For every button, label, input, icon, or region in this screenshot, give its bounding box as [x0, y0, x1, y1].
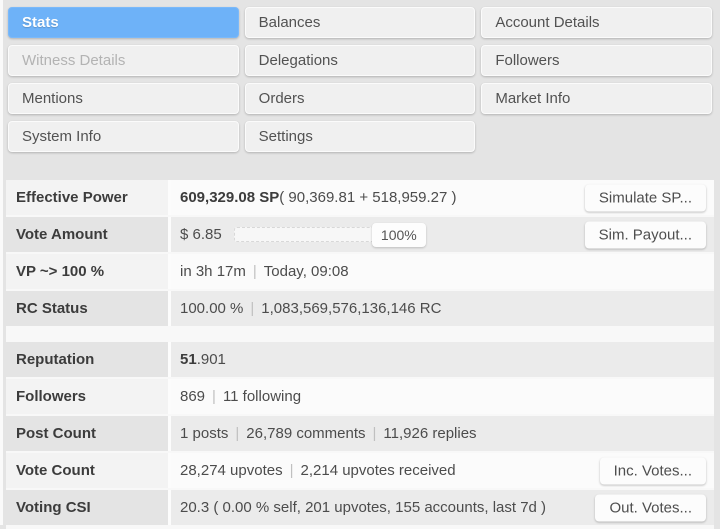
- tab-label: Orders: [259, 90, 305, 107]
- out-votes-button[interactable]: Out. Votes...: [595, 494, 706, 521]
- stats-panel: Effective Power609,329.08 SP ( 90,369.81…: [6, 180, 714, 529]
- value-segment: 28,274 upvotes: [180, 462, 283, 479]
- row-label: Reputation: [6, 342, 171, 377]
- tab-market-info[interactable]: Market Info: [481, 83, 712, 114]
- value-segment: 11,926 replies: [383, 425, 476, 442]
- tab-label: Stats: [22, 14, 59, 31]
- tab-system-info[interactable]: System Info: [8, 121, 239, 152]
- tab-label: Settings: [259, 128, 313, 145]
- value-separator: |: [235, 425, 239, 442]
- vote-weight-percent-badge: 100%: [372, 223, 426, 247]
- left-edge-highlight: [0, 0, 3, 525]
- simulate-sp-button[interactable]: Simulate SP...: [585, 184, 706, 211]
- table-spacer: [6, 328, 714, 342]
- value-separator: |: [212, 388, 216, 405]
- table-row-followers: Followers 869 | 11 following: [6, 379, 714, 414]
- table-row-vote-count: Vote Count 28,274 upvotes | 2,214 upvotes r…: [6, 453, 714, 488]
- value-segment: 100.00 %: [180, 300, 243, 317]
- tab-delegations[interactable]: Delegations: [245, 45, 476, 76]
- value-segment: 1,083,569,576,136,146 RC: [261, 300, 441, 317]
- tab-label: Delegations: [259, 52, 338, 69]
- row-value: in 3h 17m | Today, 09:08: [171, 254, 714, 289]
- table-row-post-count: Post Count 1 posts | 26,789 comments | 11,926…: [6, 416, 714, 451]
- row-label: Effective Power: [6, 180, 171, 215]
- tab-grid: Stats Balances Account Details Witness Deta…: [0, 0, 720, 152]
- tab-orders[interactable]: Orders: [245, 83, 476, 114]
- vote-weight-slider[interactable]: 100%: [234, 227, 424, 242]
- tab-account-details[interactable]: Account Details: [481, 7, 712, 38]
- row-value: 100.00 % | 1,083,569,576,136,146 RC: [171, 291, 714, 326]
- sim-payout-button[interactable]: Sim. Payout...: [585, 221, 706, 248]
- tab-label: Followers: [495, 52, 559, 69]
- row-value: 51.901: [171, 342, 714, 377]
- value-segment: 51: [180, 351, 197, 368]
- table-row-rc-status: RC Status 100.00 % | 1,083,569,576,136,146 …: [6, 291, 714, 326]
- tab-label: Balances: [259, 14, 321, 31]
- value-segment: in 3h 17m: [180, 263, 246, 280]
- value-separator: |: [373, 425, 377, 442]
- value-segment: ( 90,369.81 + 518,959.27 ): [279, 189, 456, 206]
- tab-followers[interactable]: Followers: [481, 45, 712, 76]
- table-row-vp-100: VP ~> 100 % in 3h 17m | Today, 09:08: [6, 254, 714, 289]
- tab-label: Mentions: [22, 90, 83, 107]
- value-segment: 1 posts: [180, 425, 228, 442]
- table-row-effective-power: Effective Power609,329.08 SP ( 90,369.81…: [6, 180, 714, 215]
- row-label: Vote Count: [6, 453, 171, 488]
- tab-label: Market Info: [495, 90, 570, 107]
- row-label: Vote Amount: [6, 217, 171, 252]
- value-separator: |: [253, 263, 257, 280]
- value-segment: 2,214 upvotes received: [301, 462, 456, 479]
- row-label: RC Status: [6, 291, 171, 326]
- tab-settings[interactable]: Settings: [245, 121, 476, 152]
- value-segment: 609,329.08 SP: [180, 189, 279, 206]
- tab-label: Account Details: [495, 14, 599, 31]
- stats-table: Effective Power609,329.08 SP ( 90,369.81…: [6, 180, 714, 326]
- tab-balances[interactable]: Balances: [245, 7, 476, 38]
- value-segment: $ 6.85: [180, 226, 222, 243]
- row-value: 869 | 11 following: [171, 379, 714, 414]
- row-label: VP ~> 100 %: [6, 254, 171, 289]
- value-segment: 20.3 ( 0.00 % self, 201 upvotes, 155 acc…: [180, 499, 546, 516]
- inc-votes-button[interactable]: Inc. Votes...: [600, 457, 706, 484]
- tab-label: Witness Details: [22, 52, 125, 69]
- row-label: Voting CSI: [6, 490, 171, 525]
- tab-mentions[interactable]: Mentions: [8, 83, 239, 114]
- row-label: Followers: [6, 379, 171, 414]
- row-label: Post Count: [6, 416, 171, 451]
- table-row-reputation: Reputation51.901: [6, 342, 714, 377]
- value-separator: |: [250, 300, 254, 317]
- table-row-voting-csi: Voting CSI 20.3 ( 0.00 % self, 201 upvote…: [6, 490, 714, 525]
- account-table: Reputation51.901Followers869|11 followin…: [6, 342, 714, 525]
- row-value: 1 posts | 26,789 comments | 11,926 replies: [171, 416, 714, 451]
- tab-witness-details: Witness Details: [8, 45, 239, 76]
- row-value: 609,329.08 SP ( 90,369.81 + 518,959.27 )…: [171, 180, 714, 215]
- tab-stats[interactable]: Stats: [8, 7, 239, 38]
- value-segment: .901: [197, 351, 226, 368]
- value-segment: 869: [180, 388, 205, 405]
- row-value: 28,274 upvotes | 2,214 upvotes received Inc…: [171, 453, 714, 488]
- value-segment: Today, 09:08: [264, 263, 349, 280]
- value-separator: |: [290, 462, 294, 479]
- row-value: $ 6.85 100% Sim. Payout...: [171, 217, 714, 252]
- table-row-vote-amount: Vote Amount $ 6.85 100% Sim. Payout...: [6, 217, 714, 252]
- value-segment: 11 following: [223, 388, 301, 405]
- row-value: 20.3 ( 0.00 % self, 201 upvotes, 155 acc…: [171, 490, 714, 525]
- tab-label: System Info: [22, 128, 101, 145]
- value-segment: 26,789 comments: [246, 425, 365, 442]
